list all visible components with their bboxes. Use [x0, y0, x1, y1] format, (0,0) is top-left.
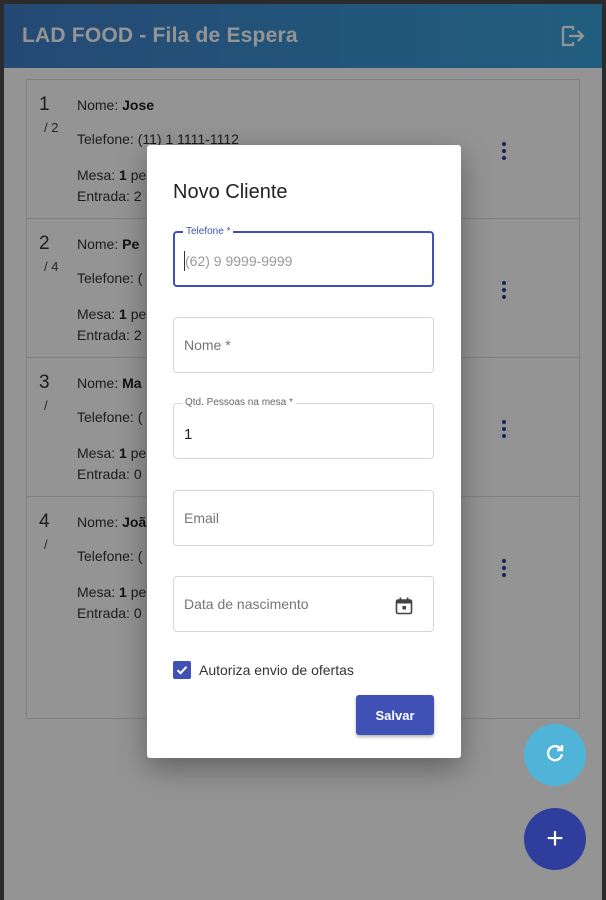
- telefone-label: Telefone *: [183, 226, 234, 237]
- calendar-icon[interactable]: [395, 597, 413, 615]
- pessoas-value: 1: [184, 426, 193, 443]
- refresh-button[interactable]: [524, 724, 586, 786]
- add-icon: +: [546, 822, 564, 855]
- pessoas-label: Qtd. Pessoas na mesa *: [182, 397, 296, 408]
- pessoas-field[interactable]: Qtd. Pessoas na mesa * 1: [173, 397, 434, 459]
- add-client-button[interactable]: +: [524, 808, 586, 870]
- app-window: LAD FOOD - Fila de Espera 1 / 2 Nome: Jo…: [4, 4, 602, 900]
- ofertas-label: Autoriza envio de ofertas: [199, 662, 354, 678]
- email-field[interactable]: Email: [173, 490, 434, 546]
- new-client-dialog: Novo Cliente Telefone * (62) 9 9999-9999…: [147, 145, 461, 758]
- nascimento-placeholder: Data de nascimento: [184, 596, 309, 612]
- nome-placeholder: Nome *: [184, 337, 231, 353]
- refresh-icon: [543, 741, 567, 770]
- ofertas-checkbox[interactable]: [173, 661, 191, 679]
- telefone-placeholder: (62) 9 9999-9999: [185, 253, 293, 269]
- email-placeholder: Email: [184, 510, 220, 526]
- save-button[interactable]: Salvar: [356, 695, 434, 735]
- dialog-title: Novo Cliente: [173, 181, 288, 203]
- nascimento-field[interactable]: Data de nascimento: [173, 576, 434, 632]
- ofertas-checkbox-row[interactable]: Autoriza envio de ofertas: [173, 661, 354, 679]
- telefone-field[interactable]: Telefone * (62) 9 9999-9999: [173, 226, 434, 287]
- nome-field[interactable]: Nome *: [173, 317, 434, 373]
